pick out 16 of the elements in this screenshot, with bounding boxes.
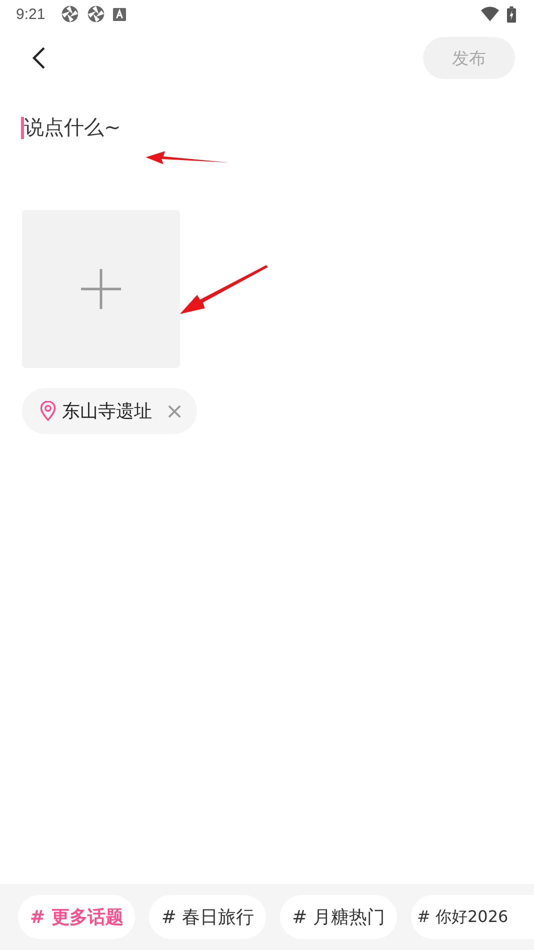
battery-icon	[507, 6, 516, 22]
aperture-icon	[61, 5, 80, 23]
topic-chip[interactable]: # 你好2026	[410, 895, 534, 939]
back-icon[interactable]	[32, 46, 46, 70]
aperture-icon	[87, 5, 106, 23]
post-text-field[interactable]: 说点什么~	[24, 110, 514, 194]
topic-chip[interactable]: # 月糖热门	[280, 895, 397, 939]
plus-icon	[81, 269, 121, 309]
topic-chip[interactable]: # 春日旅行	[149, 895, 266, 939]
wifi-icon	[481, 5, 499, 23]
status-time: 9:21	[16, 6, 46, 22]
location-pin-icon	[40, 401, 56, 421]
text-icon	[113, 8, 126, 20]
location-tag[interactable]: 东山寺遗址	[22, 388, 197, 434]
close-icon[interactable]	[168, 404, 181, 418]
location-name: 东山寺遗址	[62, 400, 152, 423]
